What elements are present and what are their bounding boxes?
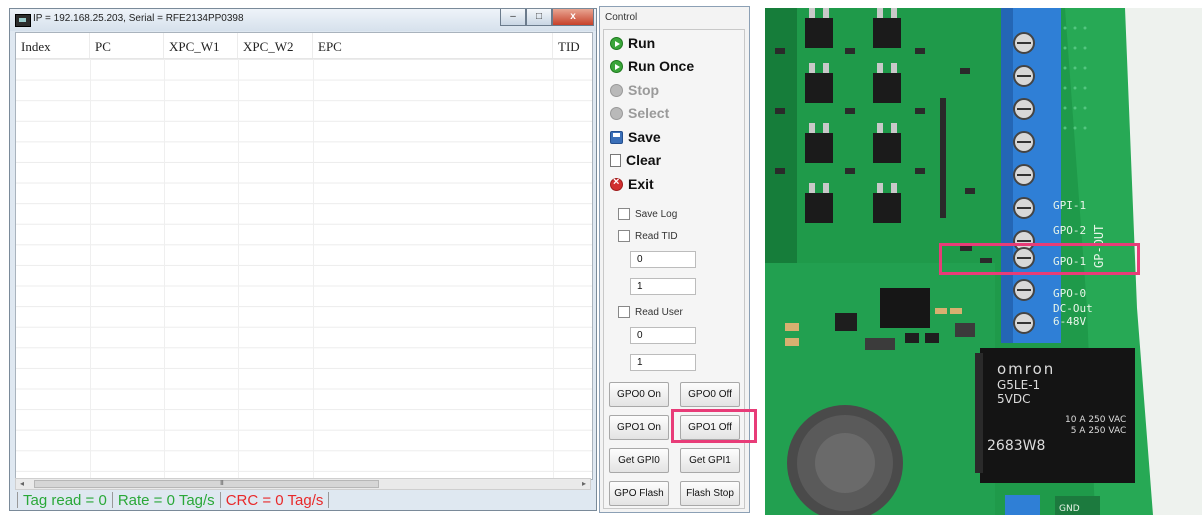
checkbox-box[interactable]: [618, 230, 630, 242]
scroll-left-arrow-icon[interactable]: ◂: [16, 479, 28, 489]
scroll-thumb[interactable]: III: [34, 480, 379, 488]
read-tid-label: Read TID: [635, 230, 678, 242]
relay-model-text: G5LE-1: [997, 378, 1041, 392]
floppy-disk-icon: [610, 130, 623, 144]
gpo0-off-button[interactable]: GPO0 Off: [680, 382, 740, 407]
app-icon: [15, 14, 31, 27]
stop-button[interactable]: Stop: [610, 81, 659, 99]
column-header-xpc-w1[interactable]: XPC_W1: [164, 33, 238, 58]
exit-button[interactable]: Exit: [610, 175, 654, 193]
gpo1-off-highlight: [671, 409, 757, 443]
relay-brand: omron: [997, 360, 1056, 378]
column-divider: [90, 59, 91, 479]
gpo1-terminal-highlight: [939, 243, 1140, 275]
select-button[interactable]: Select: [610, 104, 669, 122]
get-gpi0-button[interactable]: Get GPI0: [609, 448, 669, 473]
clear-label: Clear: [626, 152, 662, 168]
save-log-checkbox[interactable]: Save Log: [618, 207, 677, 221]
read-tid-checkbox[interactable]: Read TID: [618, 229, 678, 243]
tid-start-input[interactable]: 0: [630, 251, 696, 268]
terminal-label: 6-48V: [1053, 315, 1087, 328]
tid-length-input[interactable]: 1: [630, 278, 696, 295]
column-divider: [553, 59, 554, 479]
status-divider: [219, 492, 221, 508]
column-header-xpc-w2[interactable]: XPC_W2: [238, 33, 313, 58]
column-divider: [164, 59, 165, 479]
relay-ratings: 10 A 250 VAC 5 A 250 VAC: [1065, 415, 1126, 437]
minimize-button[interactable]: –: [500, 9, 526, 26]
terminal-label: DC-Out: [1053, 302, 1093, 315]
scroll-grip: III: [220, 480, 224, 487]
status-bar: Tag read = 0 Rate = 0 Tag/s CRC = 0 Tag/…: [15, 491, 591, 509]
status-divider: [17, 492, 18, 508]
read-user-checkbox[interactable]: Read User: [618, 305, 683, 319]
window-title: IP = 192.168.25.203, Serial = RFE2134PP0…: [33, 13, 244, 24]
status-rate: Rate = 0 Tag/s: [117, 491, 215, 509]
clear-button[interactable]: Clear: [610, 151, 661, 169]
status-divider: [328, 492, 330, 508]
column-divider: [313, 59, 314, 479]
stop-icon: [610, 83, 623, 97]
column-header-index[interactable]: Index: [16, 33, 90, 58]
gnd-label: GND: [1059, 504, 1080, 514]
exit-icon: [610, 176, 623, 191]
save-label: Save: [628, 129, 661, 145]
gpo1-on-button[interactable]: GPO1 On: [609, 415, 669, 440]
window-titlebar[interactable]: IP = 192.168.25.203, Serial = RFE2134PP0…: [10, 9, 596, 31]
read-user-label: Read User: [635, 306, 683, 318]
status-divider: [111, 492, 113, 508]
column-header-tid[interactable]: TID: [553, 33, 592, 58]
run-label: Run: [628, 35, 656, 51]
get-gpi1-button[interactable]: Get GPI1: [680, 448, 740, 473]
stop-label: Stop: [628, 82, 660, 98]
relay-voltage-text: 5VDC: [997, 392, 1031, 406]
close-button[interactable]: x: [552, 9, 594, 26]
column-header-pc[interactable]: PC: [90, 33, 164, 58]
maximize-button[interactable]: □: [526, 9, 552, 26]
checkbox-box[interactable]: [618, 208, 630, 220]
save-button[interactable]: Save: [610, 128, 661, 146]
column-divider: [238, 59, 239, 479]
horizontal-scrollbar[interactable]: ◂ III ▸: [15, 478, 591, 490]
relay-code: 2683W8: [987, 438, 1046, 454]
run-once-label: Run Once: [628, 58, 695, 74]
control-title: Control: [605, 12, 638, 23]
gpo-flash-button[interactable]: GPO Flash: [609, 481, 669, 506]
relay-model: G5LE-1 5VDC: [997, 378, 1040, 406]
save-log-label: Save Log: [635, 208, 678, 220]
column-header-epc[interactable]: EPC: [313, 33, 553, 58]
user-length-input[interactable]: 1: [630, 354, 696, 371]
flash-stop-button[interactable]: Flash Stop: [680, 481, 740, 506]
grid-rows: [16, 59, 592, 479]
reader-window: IP = 192.168.25.203, Serial = RFE2134PP0…: [9, 8, 597, 511]
user-start-input[interactable]: 0: [630, 327, 696, 344]
exit-label: Exit: [628, 176, 654, 192]
select-label: Select: [628, 105, 670, 121]
gpo0-on-button[interactable]: GPO0 On: [609, 382, 669, 407]
grid-header: Index PC XPC_W1 XPC_W2 EPC TID: [16, 33, 592, 59]
relay-rating: 10 A 250 VAC: [1065, 415, 1127, 425]
run-once-button[interactable]: Run Once: [610, 57, 694, 75]
select-icon: [610, 106, 623, 120]
relay-rating: 5 A 250 VAC: [1070, 426, 1127, 436]
checkbox-box[interactable]: [618, 306, 630, 318]
blank-document-icon: [610, 153, 621, 167]
tag-grid[interactable]: Index PC XPC_W1 XPC_W2 EPC TID: [15, 32, 593, 480]
scroll-right-arrow-icon[interactable]: ▸: [578, 479, 590, 489]
play-icon: [610, 59, 623, 73]
status-tag-read: Tag read = 0: [23, 491, 107, 509]
run-button[interactable]: Run: [610, 34, 655, 52]
window-controls: – □ x: [500, 9, 594, 27]
play-icon: [610, 36, 623, 50]
status-crc: CRC = 0 Tag/s: [225, 491, 324, 509]
